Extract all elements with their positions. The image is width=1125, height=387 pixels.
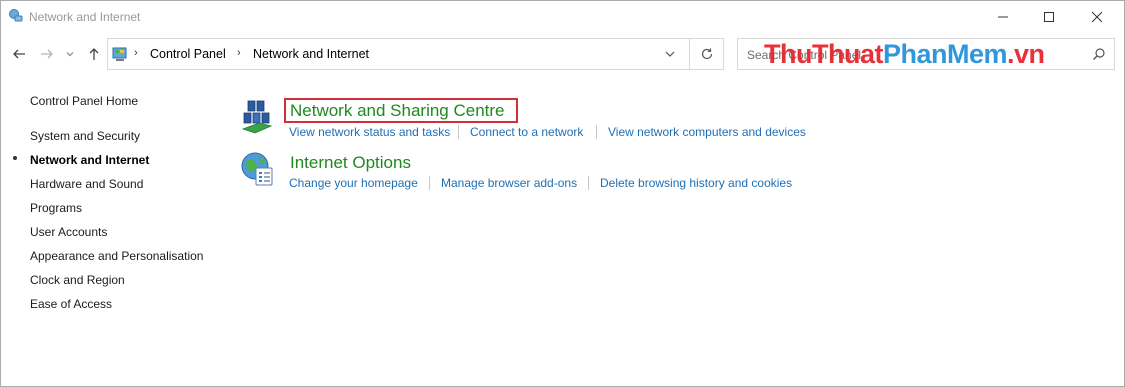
- refresh-button[interactable]: [690, 38, 724, 70]
- arrow-left-icon: [13, 49, 25, 59]
- refresh-icon: [701, 48, 712, 60]
- close-button[interactable]: [1074, 1, 1120, 32]
- internet-options-link[interactable]: Internet Options: [290, 153, 411, 173]
- sidebar-item-system-and-security[interactable]: System and Security: [30, 129, 140, 143]
- maximize-button[interactable]: [1026, 1, 1072, 32]
- arrow-right-icon: [41, 49, 53, 59]
- title-bar: Network and Internet: [1, 1, 1124, 33]
- search-icon[interactable]: [1092, 47, 1106, 61]
- watermark-part3: .vn: [1007, 39, 1045, 69]
- breadcrumb-separator-icon[interactable]: ›: [134, 47, 138, 59]
- close-icon: [1091, 11, 1103, 22]
- change-homepage-link[interactable]: Change your homepage: [289, 176, 418, 190]
- delete-browsing-history-link[interactable]: Delete browsing history and cookies: [600, 176, 792, 190]
- chevron-down-icon[interactable]: [663, 47, 677, 61]
- manage-browser-addons-link[interactable]: Manage browser add-ons: [441, 176, 577, 190]
- forward-button[interactable]: [37, 44, 57, 64]
- watermark-logo: ThuThuatPhanMem.vn: [764, 39, 1045, 70]
- window-title: Network and Internet: [29, 10, 141, 24]
- minimize-button[interactable]: [980, 1, 1026, 32]
- link-separator: [588, 176, 589, 190]
- sidebar-item-ease-of-access[interactable]: Ease of Access: [30, 297, 112, 311]
- recent-locations-button[interactable]: [63, 44, 77, 64]
- sidebar-item-programs[interactable]: Programs: [30, 201, 82, 215]
- breadcrumb-network-and-internet[interactable]: Network and Internet: [253, 47, 369, 61]
- maximize-icon: [1044, 11, 1054, 22]
- chevron-down-icon: [66, 52, 74, 57]
- address-bar[interactable]: › Control Panel › Network and Internet: [107, 38, 690, 70]
- watermark-part2: PhanMem: [882, 39, 1008, 69]
- network-globe-icon: [9, 9, 23, 22]
- sidebar-item-user-accounts[interactable]: User Accounts: [30, 225, 107, 239]
- up-button[interactable]: [84, 44, 104, 64]
- network-sharing-icon[interactable]: [239, 99, 275, 135]
- arrow-up-icon: [89, 48, 99, 60]
- link-separator: [458, 125, 459, 139]
- breadcrumb-separator-icon[interactable]: ›: [237, 47, 241, 59]
- internet-options-icon[interactable]: [240, 151, 276, 187]
- view-network-computers-link[interactable]: View network computers and devices: [608, 125, 806, 139]
- minimize-icon: [998, 16, 1008, 17]
- back-button[interactable]: [9, 44, 29, 64]
- breadcrumb-control-panel[interactable]: Control Panel: [150, 47, 226, 61]
- link-separator: [596, 125, 597, 139]
- control-panel-icon: [112, 47, 127, 61]
- sidebar-item-hardware-and-sound[interactable]: Hardware and Sound: [30, 177, 143, 191]
- link-separator: [429, 176, 430, 190]
- sidebar-item-network-and-internet[interactable]: Network and Internet: [30, 153, 149, 167]
- sidebar-item-appearance[interactable]: Appearance and Personalisation: [30, 249, 203, 263]
- watermark-part1: ThuThuat: [764, 39, 883, 69]
- sidebar-item-clock-and-region[interactable]: Clock and Region: [30, 273, 125, 287]
- network-and-sharing-centre-link[interactable]: Network and Sharing Centre: [290, 101, 505, 121]
- control-panel-window: Network and Internet › Control Panel › N…: [0, 0, 1125, 387]
- active-item-bullet: [13, 156, 17, 160]
- view-network-status-link[interactable]: View network status and tasks: [289, 125, 450, 139]
- control-panel-home-link[interactable]: Control Panel Home: [30, 94, 138, 108]
- connect-to-network-link[interactable]: Connect to a network: [470, 125, 583, 139]
